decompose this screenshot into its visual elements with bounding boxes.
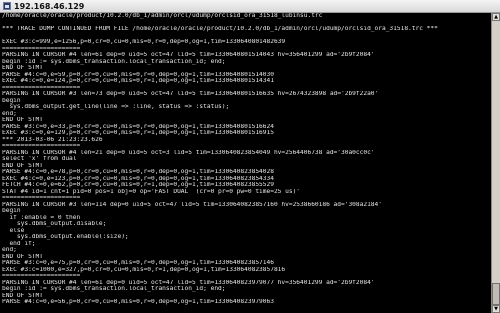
terminal-output[interactable]: /home/oracle/oracle/product/10.2.0/db_1/… bbox=[2, 13, 488, 313]
scroll-down-arrow-icon[interactable]: ▼ bbox=[492, 305, 500, 313]
scroll-up-arrow-icon[interactable]: ▲ bbox=[492, 13, 500, 21]
terminal-line: *** TRACE DUMP CONTINUED FROM FILE /home… bbox=[2, 26, 438, 32]
window-titlebar[interactable]: 192.168.46.129 bbox=[0, 0, 500, 13]
window-title: 192.168.46.129 bbox=[14, 1, 85, 11]
terminal-icon bbox=[3, 2, 11, 10]
scrollbar-thumb[interactable] bbox=[492, 283, 500, 305]
vertical-scrollbar[interactable]: ▲ ▼ bbox=[491, 13, 500, 313]
terminal-line: PARSE #4:c=0,e=56,p=0,cr=0,cu=0,mis=0,r=… bbox=[2, 299, 274, 305]
